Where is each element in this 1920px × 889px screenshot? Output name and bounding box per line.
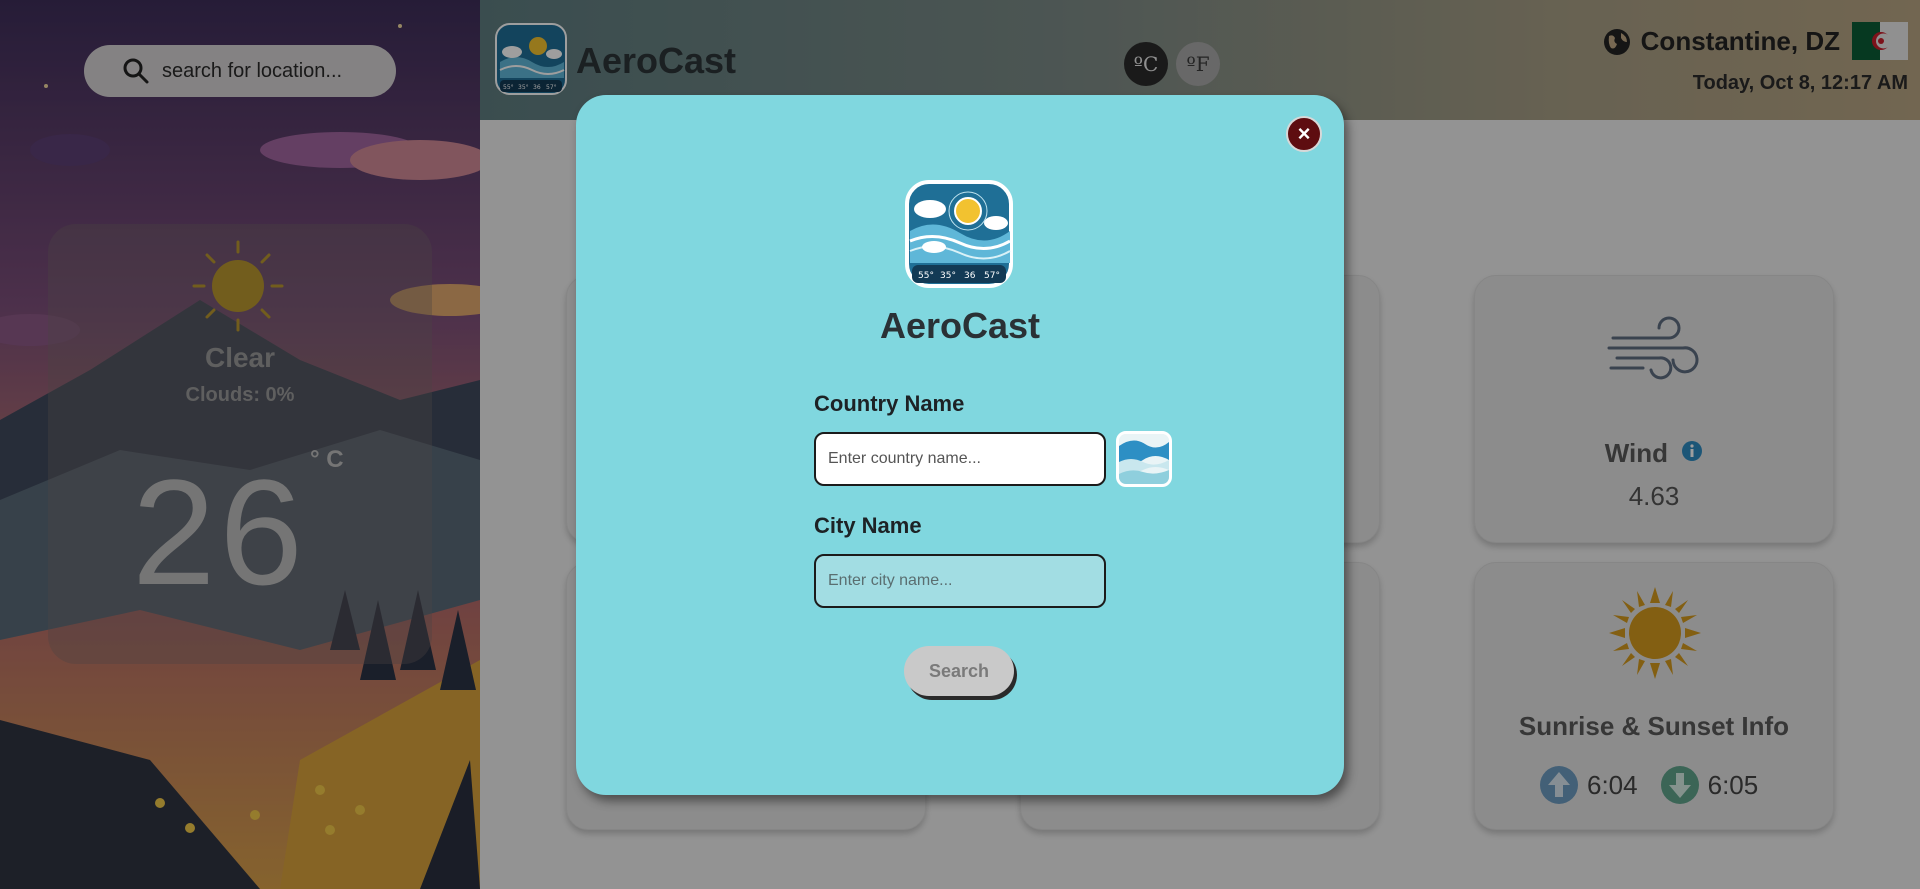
flag-placeholder-icon — [1119, 434, 1169, 484]
modal-title: AeroCast — [879, 305, 1041, 346]
modal-logo-temp-1: 55° — [918, 271, 934, 281]
country-input[interactable] — [814, 432, 1106, 486]
modal-logo-temp-4: 57° — [984, 271, 1000, 281]
search-button[interactable]: Search — [904, 646, 1014, 696]
city-label: City Name — [814, 513, 922, 538]
city-input[interactable] — [814, 554, 1106, 608]
country-label: Country Name — [814, 391, 965, 416]
modal-logo-temp-2: 35° — [940, 271, 956, 281]
modal-logo-temp-3: 36 — [964, 271, 976, 281]
location-modal: × 55° 35° 36 57° AeroCast Country Name C… — [576, 95, 1344, 795]
close-button[interactable]: × — [1286, 116, 1322, 152]
modal-logo-icon: 55° 35° 36 57° — [905, 180, 1013, 288]
country-flag-button[interactable] — [1116, 431, 1172, 487]
